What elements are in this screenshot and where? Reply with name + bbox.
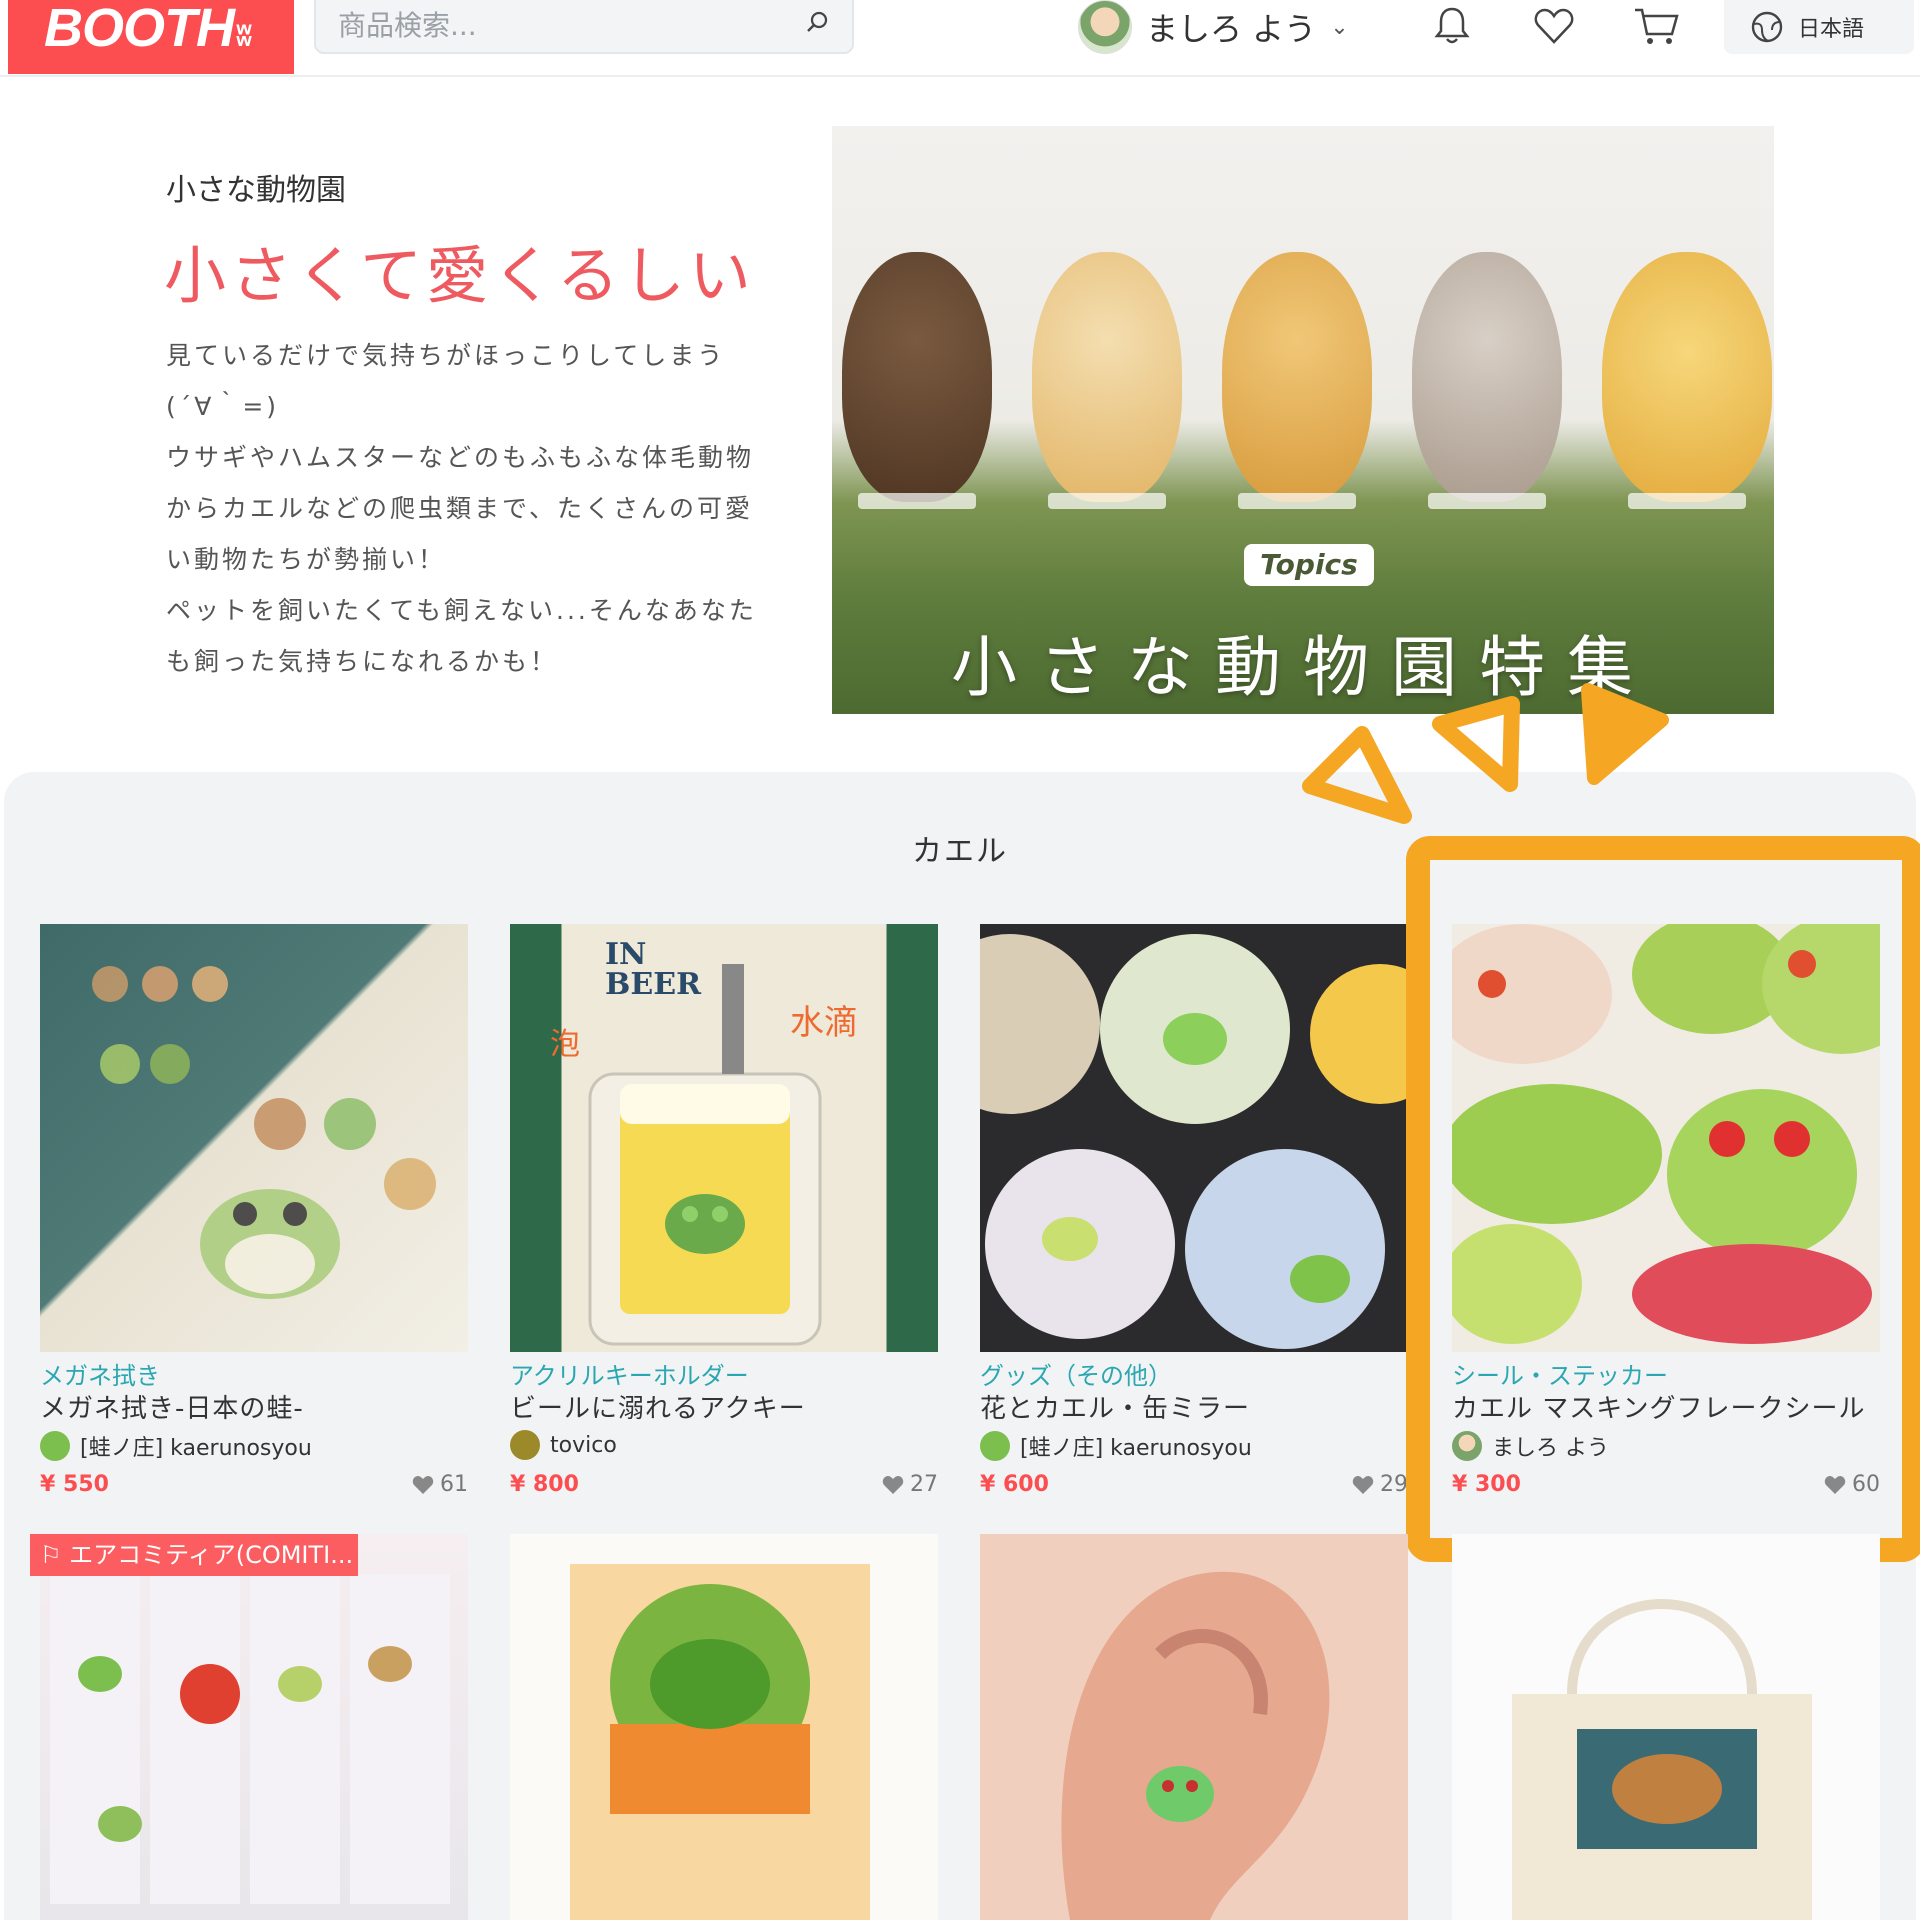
arrow-icon bbox=[1302, 726, 1412, 824]
arrow-icon bbox=[1581, 683, 1669, 785]
annotation-arrows bbox=[1302, 683, 1669, 824]
arrow-icon bbox=[1432, 696, 1520, 792]
